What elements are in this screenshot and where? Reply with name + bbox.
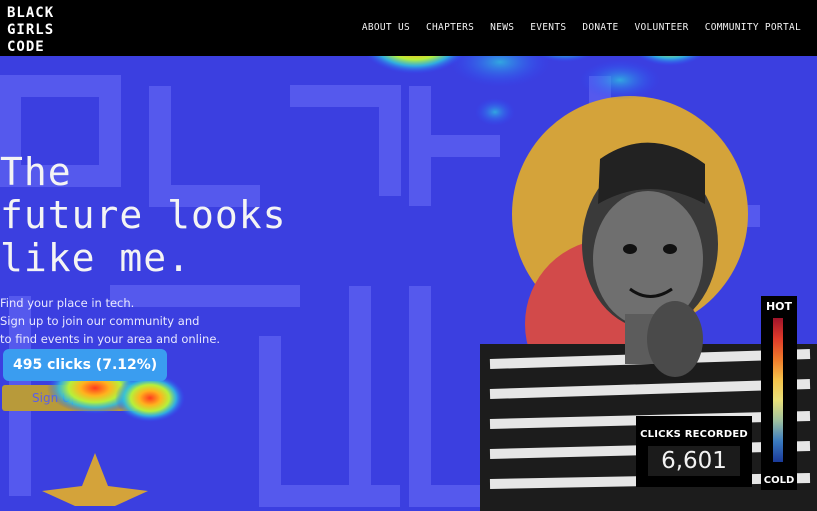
nav-item-community-portal[interactable]: COMMUNITY PORTAL — [705, 22, 801, 33]
logo-line-2: GIRLS — [7, 22, 55, 38]
heat-legend: HOT COLD — [761, 296, 797, 490]
nav-item-news[interactable]: NEWS — [490, 22, 514, 33]
subtext-line-2: Sign up to join our community and — [0, 314, 200, 328]
headline-line-2: future looks — [0, 193, 287, 237]
star-decoration-icon — [42, 453, 148, 506]
nav-item-donate[interactable]: DONATE — [582, 22, 618, 33]
click-count-tooltip: 495 clicks (7.12%) — [3, 349, 168, 381]
logo-line-1: BLACK — [7, 5, 55, 21]
headline-line-1: The — [0, 150, 72, 194]
main-nav: ABOUT US CHAPTERS NEWS EVENTS DONATE VOL… — [362, 22, 801, 33]
sign-up-button[interactable]: Sign Up — [2, 385, 138, 411]
subtext-line-3: to find events in your area and online. — [0, 332, 221, 346]
hero-subtext: Find your place in tech. Sign up to join… — [0, 294, 220, 348]
nav-item-chapters[interactable]: CHAPTERS — [426, 22, 474, 33]
black-girls-code-logo[interactable]: BLACK GIRLS CODE — [6, 5, 68, 55]
nav-item-volunteer[interactable]: VOLUNTEER — [635, 22, 689, 33]
subtext-line-1: Find your place in tech. — [0, 296, 135, 310]
nav-item-events[interactable]: EVENTS — [530, 22, 566, 33]
headline-line-3: like me. — [0, 236, 192, 280]
hero-headline: The future looks like me. — [0, 151, 287, 280]
legend-hot-label: HOT — [765, 300, 793, 313]
legend-cold-label: COLD — [763, 475, 795, 486]
nav-item-about-us[interactable]: ABOUT US — [362, 22, 410, 33]
heat-scale-bar — [773, 318, 783, 462]
clicks-recorded-label: CLICKS RECORDED — [640, 429, 748, 440]
top-navigation-bar: BLACK GIRLS CODE ABOUT US CHAPTERS NEWS … — [0, 0, 817, 56]
logo-line-3: CODE — [7, 39, 45, 55]
clicks-recorded-value: 6,601 — [648, 446, 740, 476]
clicks-recorded-panel: CLICKS RECORDED 6,601 — [636, 416, 752, 487]
